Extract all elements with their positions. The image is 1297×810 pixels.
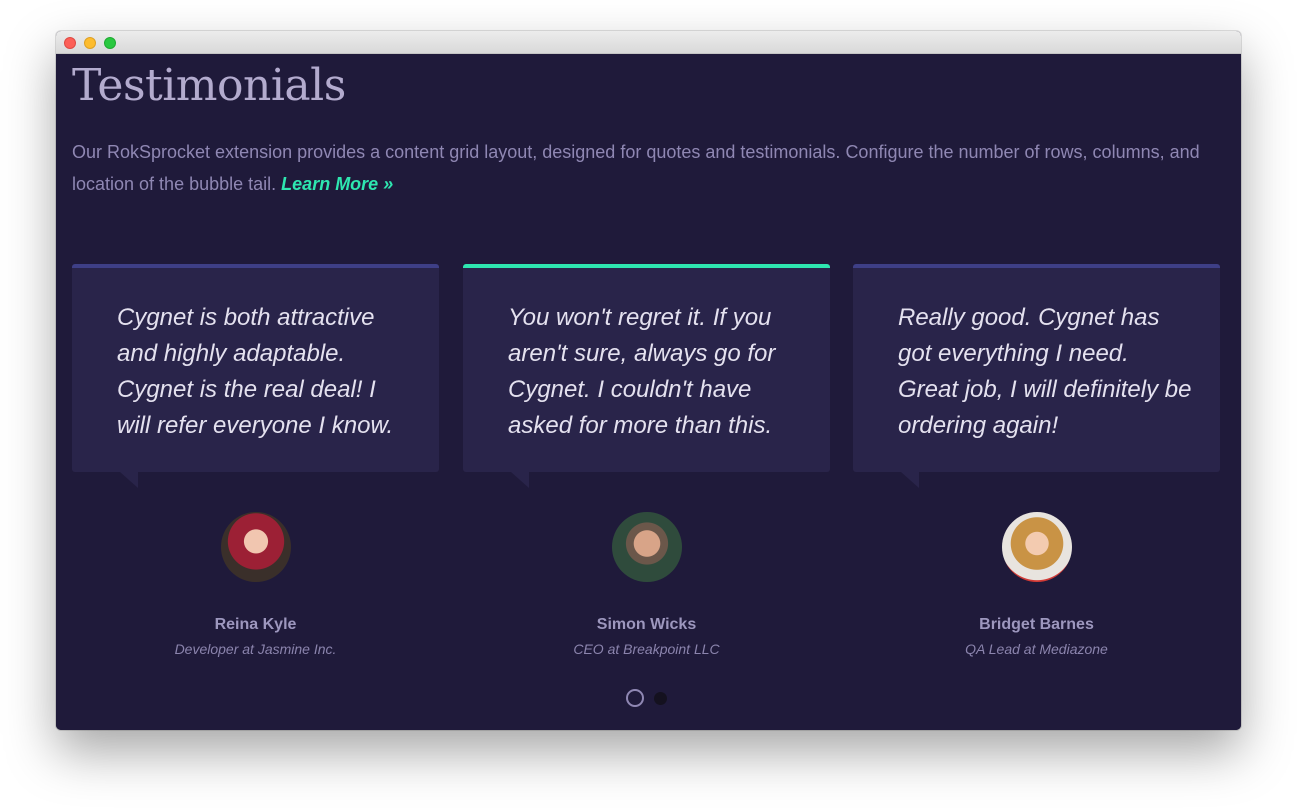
browser-window: Testimonials Our RokSprocket extension p…: [56, 31, 1241, 730]
author-name: Reina Kyle: [214, 616, 297, 633]
minimize-window-button[interactable]: [84, 37, 96, 49]
testimonial-author: Simon Wicks CEO at Breakpoint LLC: [463, 512, 830, 657]
testimonial-author: Bridget Barnes QA Lead at Mediazone: [853, 512, 1220, 657]
testimonial-quote: You won't regret it. If you aren't sure,…: [508, 304, 776, 439]
testimonial-card-active: You won't regret it. If you aren't sure,…: [463, 264, 830, 488]
author-role: Developer at Jasmine Inc.: [174, 641, 337, 657]
avatar: [1001, 512, 1072, 582]
avatar: [611, 512, 682, 582]
page-title: Testimonials: [72, 60, 346, 111]
close-window-button[interactable]: [64, 37, 76, 49]
window-titlebar: [56, 31, 1241, 54]
pagination-dot-2[interactable]: [654, 692, 667, 705]
testimonial-author: Reina Kyle Developer at Jasmine Inc.: [72, 512, 439, 657]
intro-text: Our RokSprocket extension provides a con…: [72, 142, 1200, 194]
avatar: [220, 512, 291, 582]
testimonials-section: Testimonials Our RokSprocket extension p…: [56, 54, 1241, 730]
learn-more-link[interactable]: Learn More »: [281, 174, 393, 194]
testimonial-card: Cygnet is both attractive and highly ada…: [72, 264, 439, 488]
author-role: CEO at Breakpoint LLC: [573, 641, 720, 657]
testimonial-quote: Cygnet is both attractive and highly ada…: [117, 304, 394, 439]
testimonial-card: Really good. Cygnet has got everything I…: [853, 264, 1220, 488]
author-name: Simon Wicks: [596, 616, 697, 633]
intro-paragraph: Our RokSprocket extension provides a con…: [72, 136, 1212, 200]
maximize-window-button[interactable]: [104, 37, 116, 49]
learn-more-label: Learn More: [281, 174, 379, 194]
author-name: Bridget Barnes: [979, 616, 1094, 633]
testimonial-quote: Really good. Cygnet has got everything I…: [898, 304, 1192, 439]
author-role: QA Lead at Mediazone: [965, 641, 1108, 657]
double-chevron-right-icon: »: [383, 174, 394, 194]
pagination-dot-1-active[interactable]: [626, 689, 644, 707]
